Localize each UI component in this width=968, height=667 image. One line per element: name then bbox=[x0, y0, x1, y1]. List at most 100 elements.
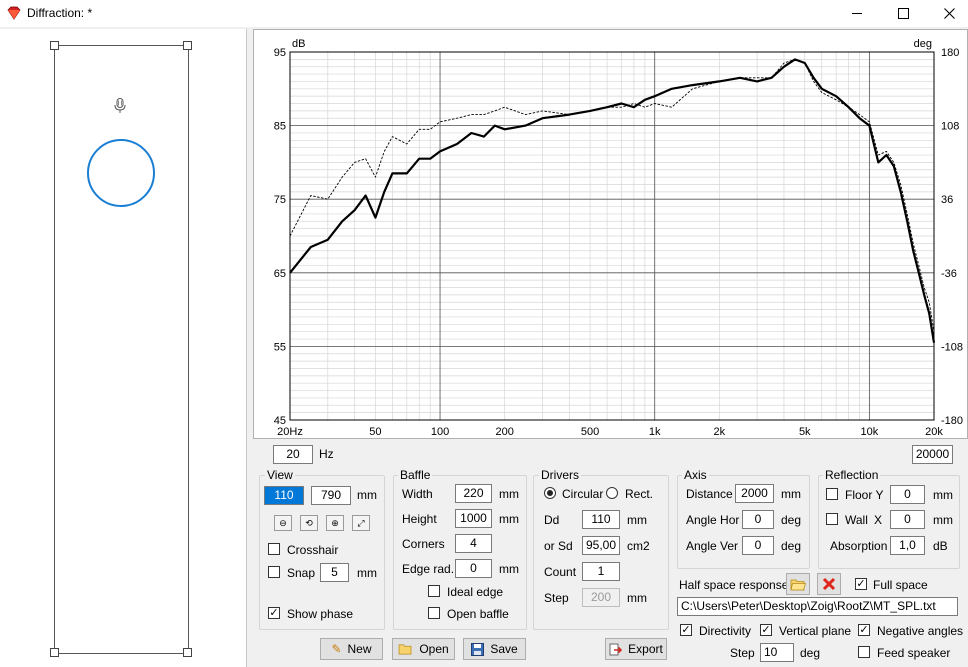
maximize-icon bbox=[897, 8, 909, 19]
baffle-width-input[interactable]: 220 bbox=[455, 484, 492, 503]
checkmark-icon: ✓ bbox=[856, 578, 866, 590]
resize-handle-bottom-left[interactable] bbox=[50, 648, 59, 657]
open-baffle-checkbox[interactable] bbox=[428, 607, 440, 619]
view-unit-label: mm bbox=[357, 488, 377, 502]
close-button[interactable] bbox=[926, 0, 968, 27]
close-icon bbox=[943, 8, 955, 19]
maximize-button[interactable] bbox=[880, 0, 926, 27]
fit-button[interactable]: ⤢ bbox=[352, 515, 370, 531]
absorption-input[interactable]: 1,0 bbox=[890, 536, 925, 555]
edge-rad-unit: mm bbox=[499, 562, 519, 576]
fit-icon: ⤢ bbox=[357, 517, 365, 528]
baffle-height-input[interactable]: 1000 bbox=[455, 509, 492, 528]
x-tick-label: 1k bbox=[649, 426, 661, 438]
baffle-height-unit: mm bbox=[499, 512, 519, 526]
rect-label: Rect. bbox=[625, 487, 654, 501]
circular-label: Circular bbox=[562, 487, 604, 501]
resize-handle-top-right[interactable] bbox=[183, 41, 192, 50]
export-button[interactable]: Export bbox=[605, 638, 667, 660]
absorption-unit: dB bbox=[933, 539, 948, 553]
open-button[interactable]: Open bbox=[392, 638, 455, 660]
resize-handle-bottom-right[interactable] bbox=[183, 648, 192, 657]
floor-checkbox[interactable] bbox=[826, 488, 838, 500]
corners-input[interactable]: 4 bbox=[455, 534, 492, 553]
wall-input[interactable]: 0 bbox=[890, 510, 925, 529]
directivity-checkbox[interactable]: ✓ bbox=[680, 624, 692, 636]
save-button[interactable]: Save bbox=[463, 638, 526, 660]
freq-min-input[interactable]: 20 bbox=[273, 445, 313, 464]
baffle-outline[interactable] bbox=[54, 45, 189, 654]
angle-hor-input[interactable]: 0 bbox=[742, 510, 774, 529]
floor-input[interactable]: 0 bbox=[890, 485, 925, 504]
open-response-button[interactable] bbox=[786, 573, 810, 595]
drivers-step-input[interactable]: 200 bbox=[582, 588, 620, 607]
angle-hor-label: Angle Hor bbox=[686, 513, 740, 527]
minimize-button[interactable] bbox=[834, 0, 880, 27]
rect-radio[interactable] bbox=[606, 487, 618, 499]
directivity-label: Directivity bbox=[699, 624, 752, 638]
distance-input[interactable]: 2000 bbox=[735, 484, 774, 503]
angle-ver-label: Angle Ver bbox=[686, 539, 739, 553]
open-baffle-label: Open baffle bbox=[447, 607, 509, 621]
ideal-edge-checkbox[interactable] bbox=[428, 585, 440, 597]
show-phase-checkbox[interactable]: ✓ bbox=[268, 607, 280, 619]
microphone-icon[interactable] bbox=[114, 98, 126, 114]
new-button[interactable]: ✎ New bbox=[320, 638, 383, 660]
snap-checkbox[interactable] bbox=[268, 566, 280, 578]
save-button-label: Save bbox=[490, 642, 518, 656]
angle-hor-unit: deg bbox=[781, 513, 802, 527]
wall-checkbox[interactable] bbox=[826, 513, 838, 525]
axis-group-title: Axis bbox=[682, 468, 709, 482]
snap-label: Snap bbox=[287, 566, 316, 580]
zoom-out-icon: ⊖ bbox=[279, 517, 287, 528]
edge-rad-label: Edge rad. bbox=[402, 562, 455, 576]
vertical-plane-label: Vertical plane bbox=[779, 624, 852, 638]
view-height-input[interactable]: 790 bbox=[311, 486, 351, 505]
dd-input[interactable]: 110 bbox=[582, 510, 620, 529]
reflection-group-title: Reflection bbox=[823, 468, 881, 482]
zoom-reset-icon: ⟲ bbox=[305, 517, 313, 528]
y-right-tick-label: 36 bbox=[941, 194, 953, 206]
sd-input[interactable]: 95,00 bbox=[582, 536, 620, 555]
driver-circle[interactable] bbox=[87, 139, 155, 207]
feed-speaker-checkbox[interactable] bbox=[858, 646, 870, 658]
y-axis-right-label: deg bbox=[914, 38, 932, 50]
chart-svg: 20Hz 50 100 200 500 1k 2k 5k 10k 20k 95 85 75 65 55 45 1… bbox=[274, 38, 963, 438]
baffle-group-title: Baffle bbox=[398, 468, 433, 482]
dd-unit: mm bbox=[627, 513, 647, 527]
options-step-unit: deg bbox=[800, 646, 821, 660]
count-input[interactable]: 1 bbox=[582, 562, 620, 581]
baffle-width-unit: mm bbox=[499, 487, 519, 501]
y-left-tick-label: 65 bbox=[274, 268, 286, 280]
clear-response-button[interactable] bbox=[817, 573, 841, 595]
options-step-input[interactable]: 10 bbox=[760, 643, 794, 662]
resize-handle-top-left[interactable] bbox=[50, 41, 59, 50]
x-tick-label: 10k bbox=[861, 426, 879, 438]
x-tick-label: 2k bbox=[714, 426, 726, 438]
y-right-tick-label: 108 bbox=[941, 121, 959, 133]
freq-max-input[interactable]: 20000 bbox=[912, 445, 953, 464]
y-left-tick-label: 55 bbox=[274, 341, 286, 353]
negative-angles-checkbox[interactable]: ✓ bbox=[858, 624, 870, 636]
view-width-input[interactable]: 110 bbox=[264, 486, 304, 505]
angle-ver-input[interactable]: 0 bbox=[742, 536, 774, 555]
snap-input[interactable]: 5 bbox=[320, 563, 349, 582]
circular-radio[interactable] bbox=[544, 487, 556, 499]
response-path-input[interactable]: C:\Users\Peter\Desktop\Zoig\RootZ\MT_SPL… bbox=[677, 597, 958, 616]
x-tick-label: 100 bbox=[431, 426, 449, 438]
frequency-response-chart[interactable]: 20Hz 50 100 200 500 1k 2k 5k 10k 20k 95 85 75 65 55 45 1… bbox=[253, 29, 968, 439]
zoom-reset-button[interactable]: ⟲ bbox=[300, 515, 318, 531]
zoom-in-button[interactable]: ⊕ bbox=[326, 515, 344, 531]
full-space-checkbox[interactable]: ✓ bbox=[855, 578, 867, 590]
x-tick-label: 50 bbox=[369, 426, 381, 438]
vertical-plane-checkbox[interactable]: ✓ bbox=[760, 624, 772, 636]
baffle-preview-panel[interactable] bbox=[0, 29, 247, 667]
half-space-label: Half space response bbox=[679, 578, 789, 592]
edge-rad-input[interactable]: 0 bbox=[455, 559, 492, 578]
x-tick-label: 20Hz bbox=[277, 426, 303, 438]
y-right-tick-label: -36 bbox=[941, 268, 957, 280]
delete-icon bbox=[822, 577, 836, 591]
zoom-out-button[interactable]: ⊖ bbox=[274, 515, 292, 531]
crosshair-checkbox[interactable] bbox=[268, 543, 280, 555]
folder-icon bbox=[790, 579, 806, 590]
